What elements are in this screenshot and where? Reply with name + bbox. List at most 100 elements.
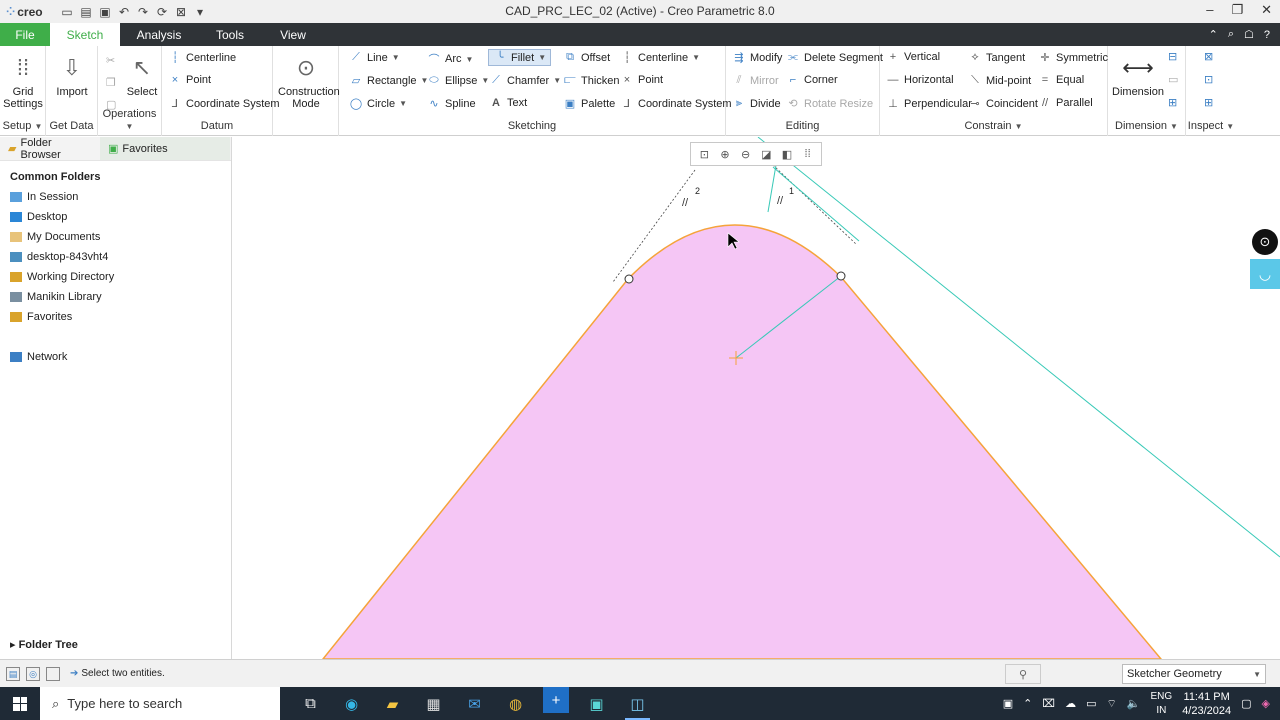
browser-toggle-icon[interactable]: ◎	[26, 666, 40, 681]
render-button[interactable]: ◡	[1250, 259, 1280, 289]
sketcher-display-filters-icon[interactable]: ⁞⁞	[800, 148, 816, 160]
appearance-button[interactable]: ⊙	[1250, 227, 1280, 257]
folder-tree-toggle[interactable]: ▸ Folder Tree	[0, 638, 231, 651]
group-label-operations[interactable]: Operations ▼	[98, 108, 161, 132]
parallel-button[interactable]: //Parallel	[1038, 97, 1093, 109]
fullscreen-toggle-icon[interactable]	[46, 666, 60, 681]
folder-item-desktop-843vht4[interactable]: desktop-843vht4	[0, 247, 231, 267]
folder-item-manikin-library[interactable]: Manikin Library	[0, 287, 231, 307]
undo-icon[interactable]: ↶	[117, 5, 131, 19]
divide-button[interactable]: ⫸ Divide	[732, 97, 781, 110]
spline-button[interactable]: ∿ Spline	[427, 97, 475, 111]
plus-app-icon[interactable]: +	[543, 687, 569, 713]
tab-view[interactable]: View	[262, 23, 324, 46]
chrome-icon[interactable]: ◍	[495, 687, 536, 720]
palette-button[interactable]: ▣ Palette	[563, 97, 615, 111]
find-button[interactable]: ⚲	[1005, 664, 1041, 684]
rotate-resize-button[interactable]: ⟲ Rotate Resize	[786, 97, 873, 111]
line-button[interactable]: ⟋ Line ▼	[349, 51, 400, 64]
navigator-toggle-icon[interactable]: ▤	[6, 666, 20, 681]
customize-caret-icon[interactable]: ▾	[193, 5, 207, 19]
network-tray-icon[interactable]: ⌔	[1106, 697, 1116, 711]
folder-item-my-documents[interactable]: My Documents	[0, 227, 231, 247]
tangent-button[interactable]: ⟡ Tangent	[968, 51, 1025, 64]
creo-app-icon[interactable]: ◫	[617, 687, 658, 720]
repaint-icon[interactable]: ◪	[758, 148, 774, 161]
sketch-coordinate-system-button[interactable]: ⅃ Coordinate System	[620, 97, 732, 111]
start-button[interactable]	[0, 687, 40, 720]
mid-point-button[interactable]: ⟍ Mid-point	[968, 74, 1031, 87]
meet-now-icon[interactable]: ▣	[1003, 697, 1013, 710]
shade-closed-loops-icon[interactable]: ⊞	[1204, 96, 1213, 109]
perpendicular-button[interactable]: ⊥ Perpendicular	[886, 97, 972, 111]
folder-item-in-session[interactable]: In Session	[0, 187, 231, 207]
collapse-ribbon-icon[interactable]: ⌃	[1209, 28, 1218, 41]
chamfer-button[interactable]: ⟋ Chamfer ▼	[489, 74, 561, 87]
group-label-setup[interactable]: Setup ▼	[0, 120, 45, 132]
select-button[interactable]: ↖ Select	[124, 50, 160, 98]
task-view-icon[interactable]: ⧉	[290, 687, 331, 720]
new-file-icon[interactable]: ▭	[60, 5, 74, 19]
usb-icon[interactable]: ⌧	[1042, 697, 1055, 710]
construction-mode-button[interactable]: ⊙ Construction Mode	[275, 50, 340, 110]
horizontal-button[interactable]: — Horizontal	[886, 74, 954, 86]
store-icon[interactable]: ▦	[413, 687, 454, 720]
group-label-inspect[interactable]: Inspect ▼	[1186, 120, 1236, 132]
text-button[interactable]: A Text	[489, 97, 527, 109]
regenerate-icon[interactable]: ⟳	[155, 5, 169, 19]
thicken-button[interactable]: ⫍ Thicken	[563, 74, 619, 87]
rectangle-button[interactable]: ▱ Rectangle ▼	[349, 74, 429, 88]
offset-button[interactable]: ⧉ Offset	[563, 51, 610, 64]
tab-analysis[interactable]: Analysis	[120, 23, 198, 46]
sketch-view-icon[interactable]: ◧	[779, 148, 795, 161]
save-icon[interactable]: ▣	[98, 5, 112, 19]
reference-icon[interactable]: ⊞	[1168, 96, 1177, 109]
minimize-icon[interactable]: –	[1206, 2, 1213, 18]
vertical-button[interactable]: + Vertical	[886, 51, 940, 63]
mail-icon[interactable]: ✉	[454, 687, 495, 720]
language-indicator[interactable]: ENG IN	[1151, 690, 1173, 718]
restore-icon[interactable]: ❐	[1231, 2, 1243, 18]
tab-folder-browser[interactable]: ▰ Folder Browser	[0, 137, 100, 161]
tab-file[interactable]: File	[0, 23, 50, 46]
circle-button[interactable]: ◯ Circle ▼	[349, 97, 407, 111]
volume-icon[interactable]: 🔈	[1127, 697, 1141, 710]
corner-button[interactable]: ⌐ Corner	[786, 74, 838, 86]
fillet-button[interactable]: ╰ Fillet ▼	[488, 49, 552, 66]
dimension-button[interactable]: ⟷ Dimension	[1110, 50, 1166, 98]
overlapping-geometry-icon[interactable]: ⊠	[1204, 50, 1213, 63]
tab-favorites[interactable]: ▣ Favorites	[100, 137, 230, 160]
copilot-icon[interactable]: ◈	[1262, 697, 1270, 710]
help-icon[interactable]: ?	[1264, 29, 1270, 41]
sketch-centerline-button[interactable]: ┆ Centerline ▼	[620, 51, 700, 65]
coincident-button[interactable]: ⊸ Coincident	[968, 97, 1038, 111]
arc-button[interactable]: ⌒ Arc ▼	[427, 51, 474, 67]
file-explorer-icon[interactable]: ▰	[372, 687, 413, 720]
folder-item-favorites[interactable]: Favorites	[0, 307, 231, 327]
perimeter-icon[interactable]: ▭	[1168, 73, 1178, 86]
tab-sketch[interactable]: Sketch	[50, 23, 120, 46]
notifications-icon[interactable]: ▢	[1241, 697, 1251, 710]
baseline-icon[interactable]: ⊟	[1168, 50, 1177, 63]
datum-centerline-button[interactable]: ┆ Centerline	[168, 51, 236, 65]
settings-icon[interactable]: ☖	[1244, 28, 1254, 41]
search-icon[interactable]: ⌕	[1228, 28, 1234, 41]
group-label-dimension[interactable]: Dimension ▼	[1108, 120, 1185, 132]
redo-icon[interactable]: ↷	[136, 5, 150, 19]
close-window-icon[interactable]: ⊠	[174, 5, 188, 19]
sketch-canvas[interactable]: // // 2 1 ⊡ ⊕ ⊖ ◪ ◧ ⁞⁞ ⊙ ◡	[233, 137, 1280, 659]
zoom-in-icon[interactable]: ⊕	[717, 148, 733, 161]
terminal-app-icon[interactable]: ▣	[576, 687, 617, 720]
delete-segment-button[interactable]: ⫘ Delete Segment	[786, 51, 883, 64]
datum-point-button[interactable]: × Point	[168, 74, 211, 86]
mirror-button[interactable]: ⫽ Mirror	[732, 74, 779, 87]
taskbar-search[interactable]: ⌕ Type here to search	[40, 687, 280, 720]
highlight-open-ends-icon[interactable]: ⊡	[1204, 73, 1213, 86]
sketch-point-button[interactable]: × Point	[620, 74, 663, 86]
modify-button[interactable]: ⇶ Modify	[732, 51, 782, 65]
grid-settings-button[interactable]: ⁞⁞ Grid Settings	[3, 50, 43, 110]
clock[interactable]: 11:41 PM 4/23/2024	[1182, 690, 1231, 718]
refit-icon[interactable]: ⊡	[696, 148, 712, 161]
folder-item-network[interactable]: Network	[0, 347, 231, 367]
folder-item-desktop[interactable]: Desktop	[0, 207, 231, 227]
